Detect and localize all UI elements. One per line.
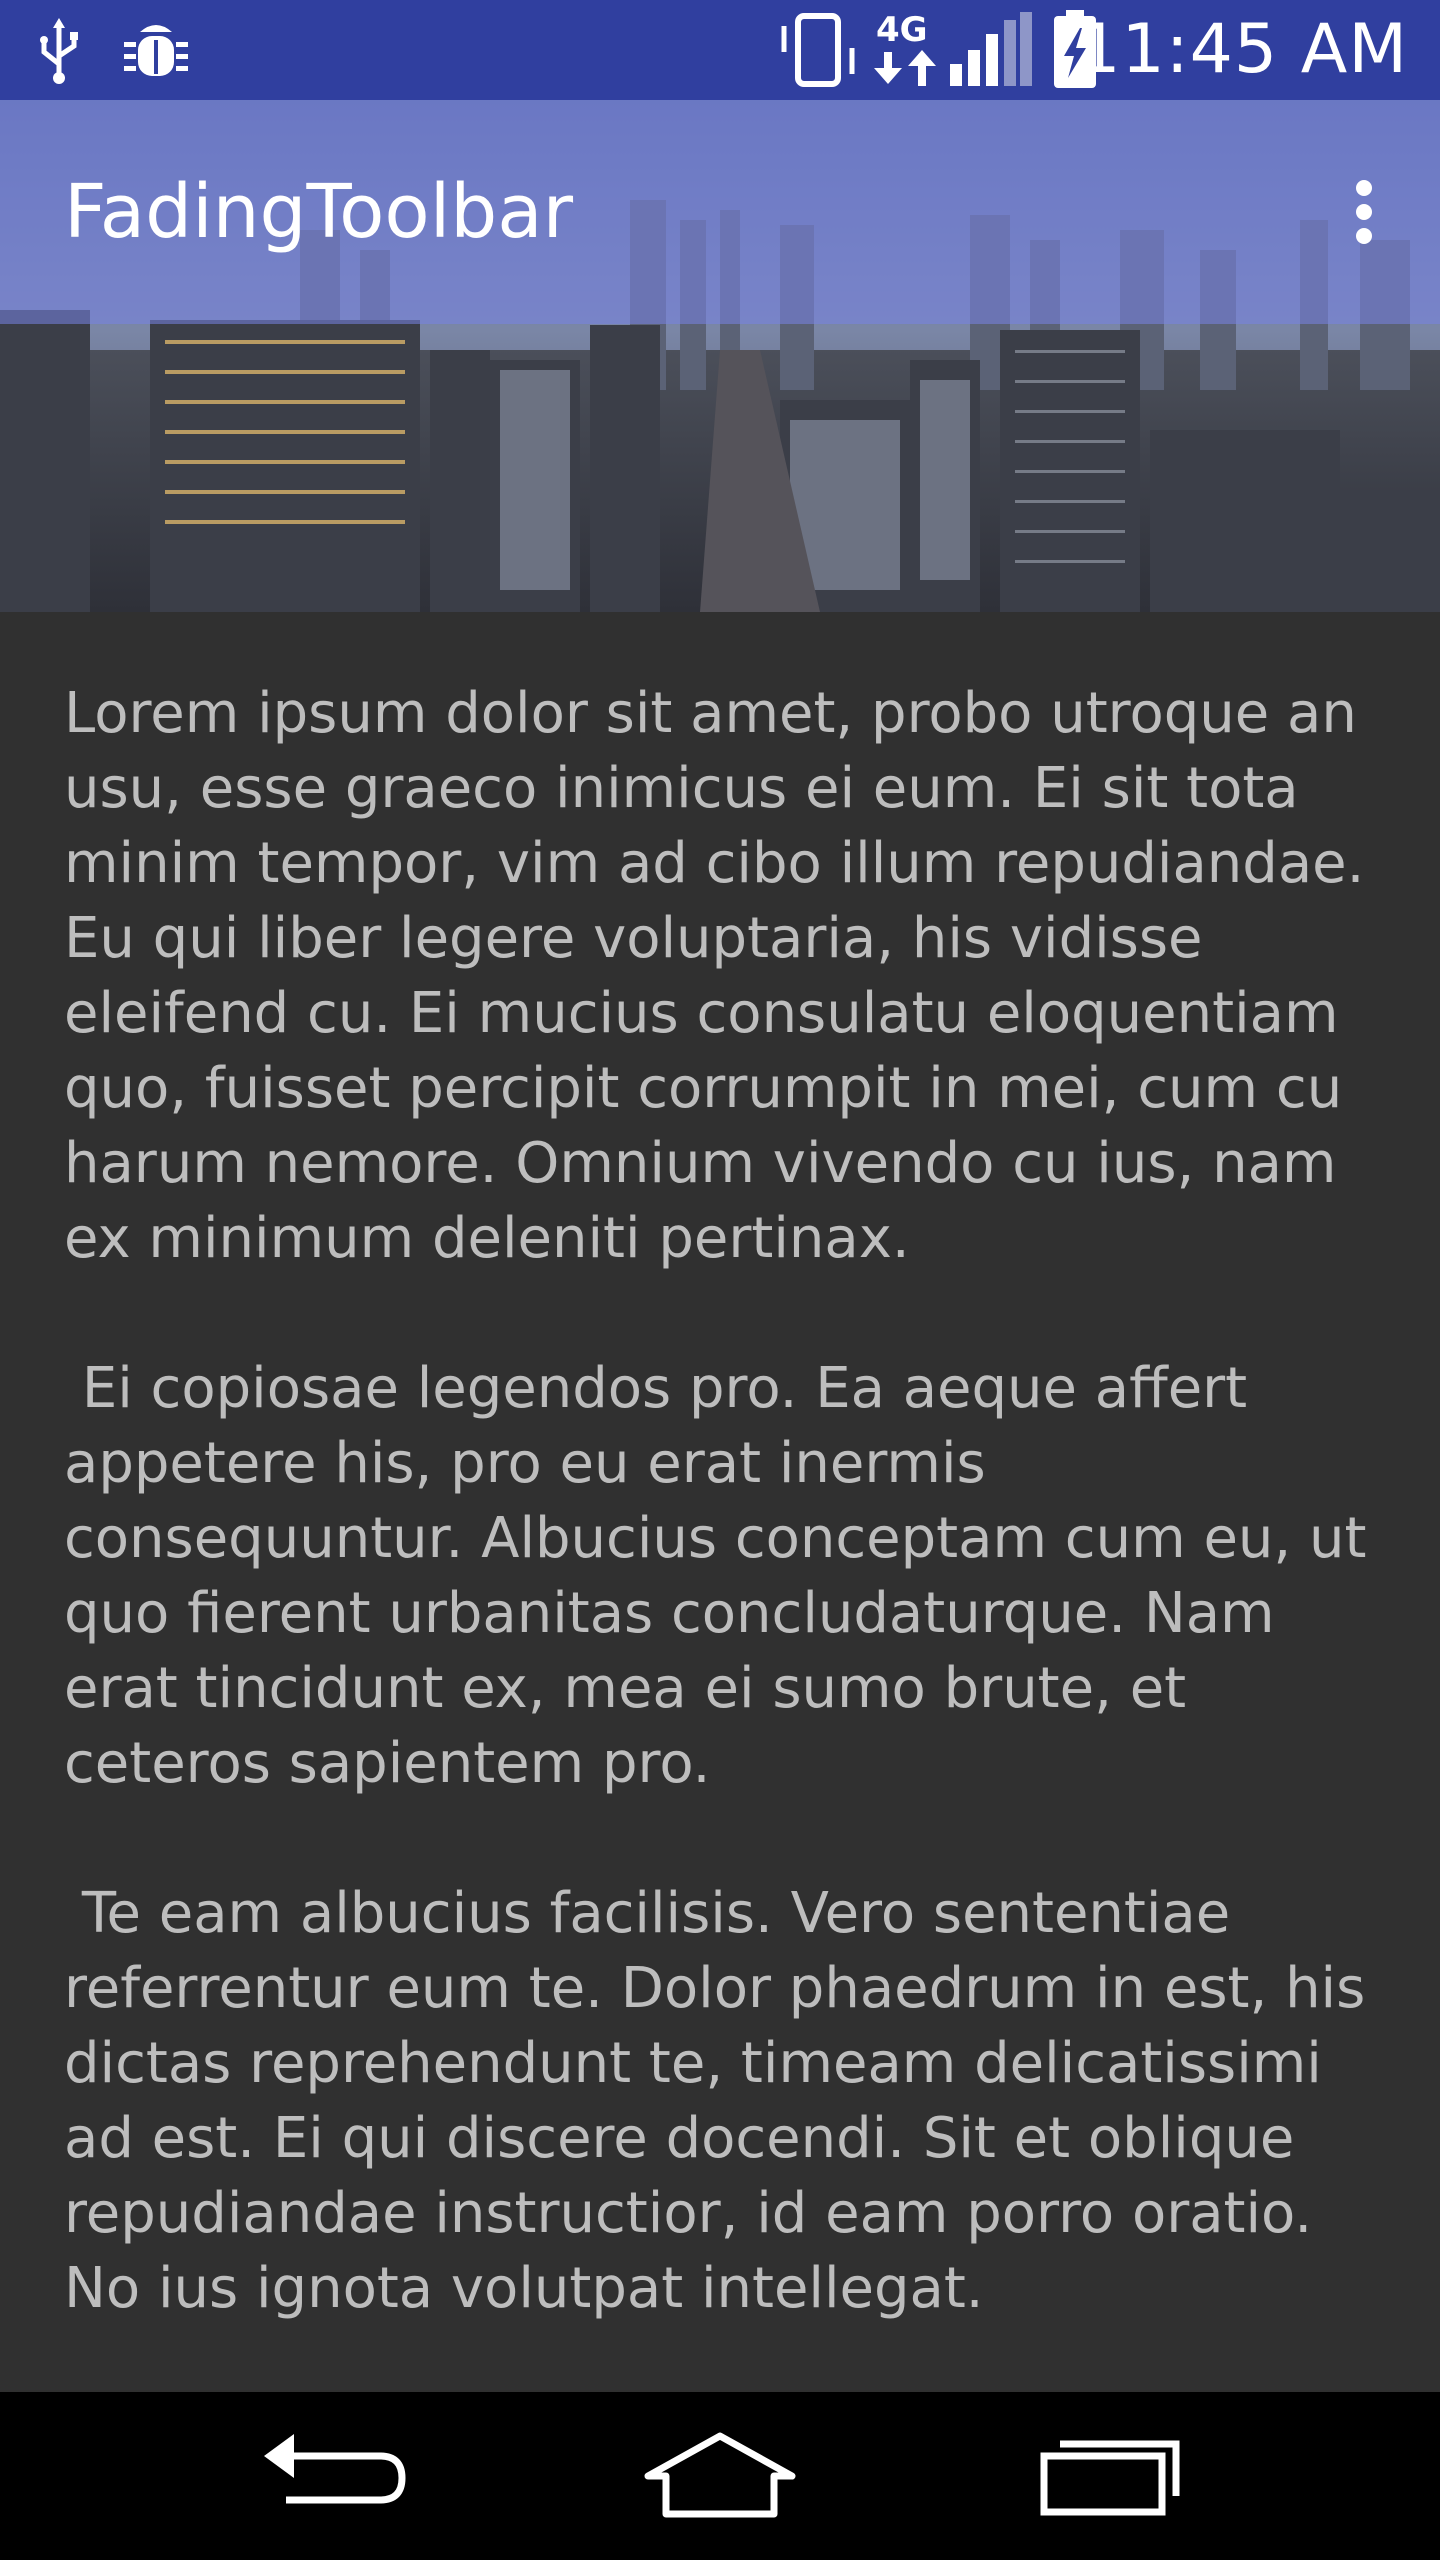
network-type-label: 4G [876,10,928,50]
navigation-bar [0,2392,1440,2560]
content-paragraph: Lorem ipsum dolor sit amet, probo utroqu… [64,681,1383,1271]
home-icon[interactable] [640,2426,800,2526]
recents-icon[interactable] [1030,2426,1190,2526]
data-arrows-icon [874,50,936,86]
bug-icon [124,25,188,76]
status-clock: 11:45 AM [1077,10,1408,89]
content-scroll[interactable]: Lorem ipsum dolor sit amet, probo utroqu… [64,676,1384,2401]
content-paragraph: Te eam albucius facilisis. Vero sententi… [64,1881,1384,2321]
more-vert-icon[interactable] [1344,172,1384,252]
toolbar-title: FadingToolbar [64,169,574,255]
app-toolbar: FadingToolbar [0,100,1440,324]
usb-icon [40,18,78,84]
signal-icon [950,12,1032,86]
vibrate-icon [781,13,855,87]
back-icon[interactable] [250,2426,410,2526]
status-bar: 4G 11:45 AM [0,0,1440,100]
content-paragraph: Ei copiosae legendos pro. Ea aeque affer… [64,1356,1385,1796]
